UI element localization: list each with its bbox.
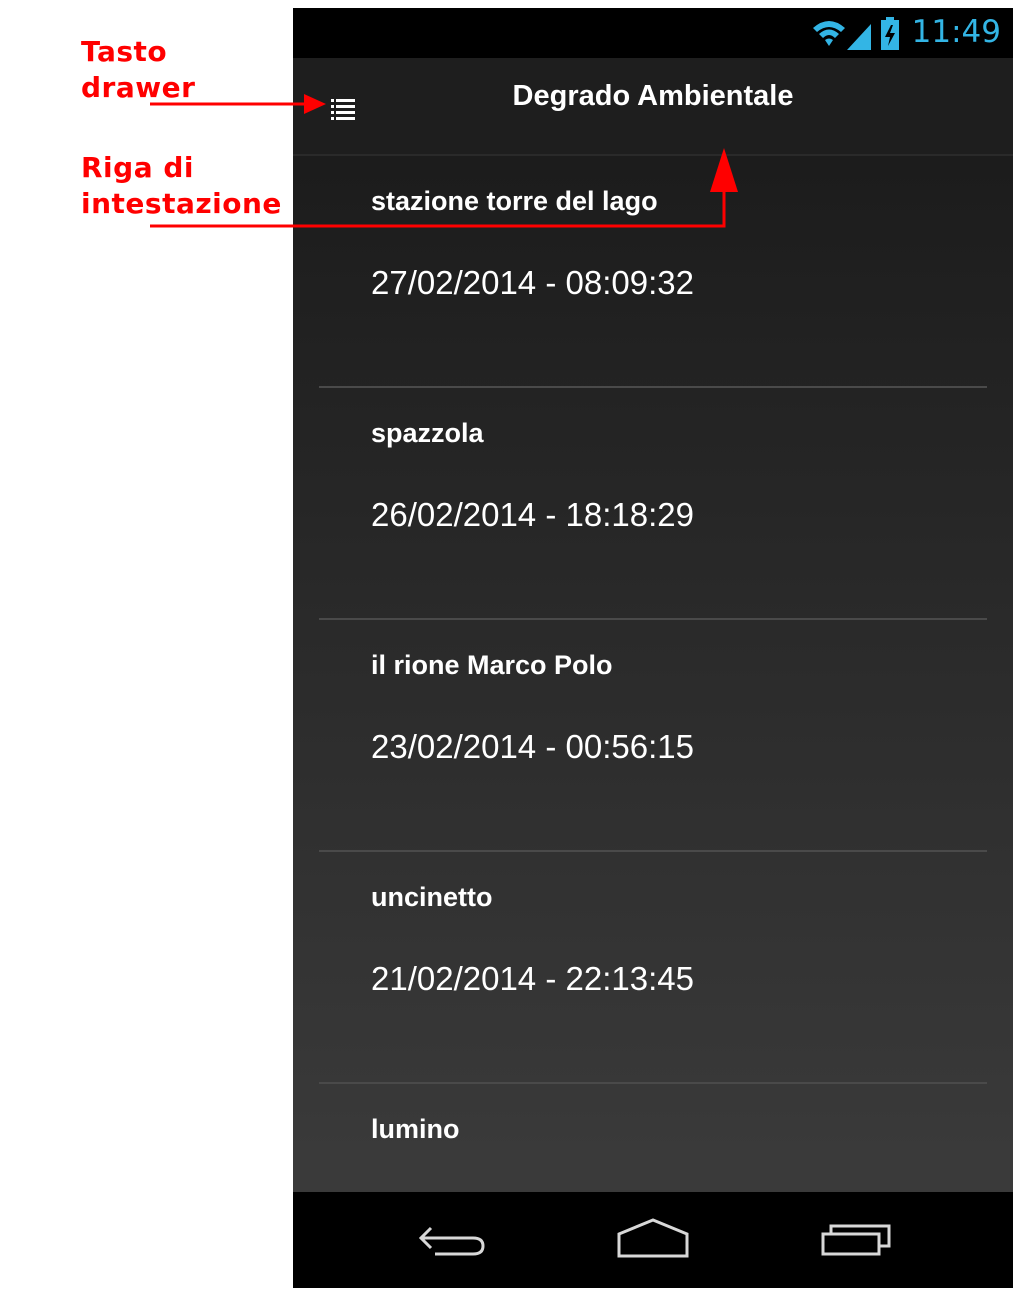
- header-arrow: [150, 148, 738, 228]
- drawer-arrow: [150, 94, 326, 114]
- annotation-arrows: [150, 94, 738, 228]
